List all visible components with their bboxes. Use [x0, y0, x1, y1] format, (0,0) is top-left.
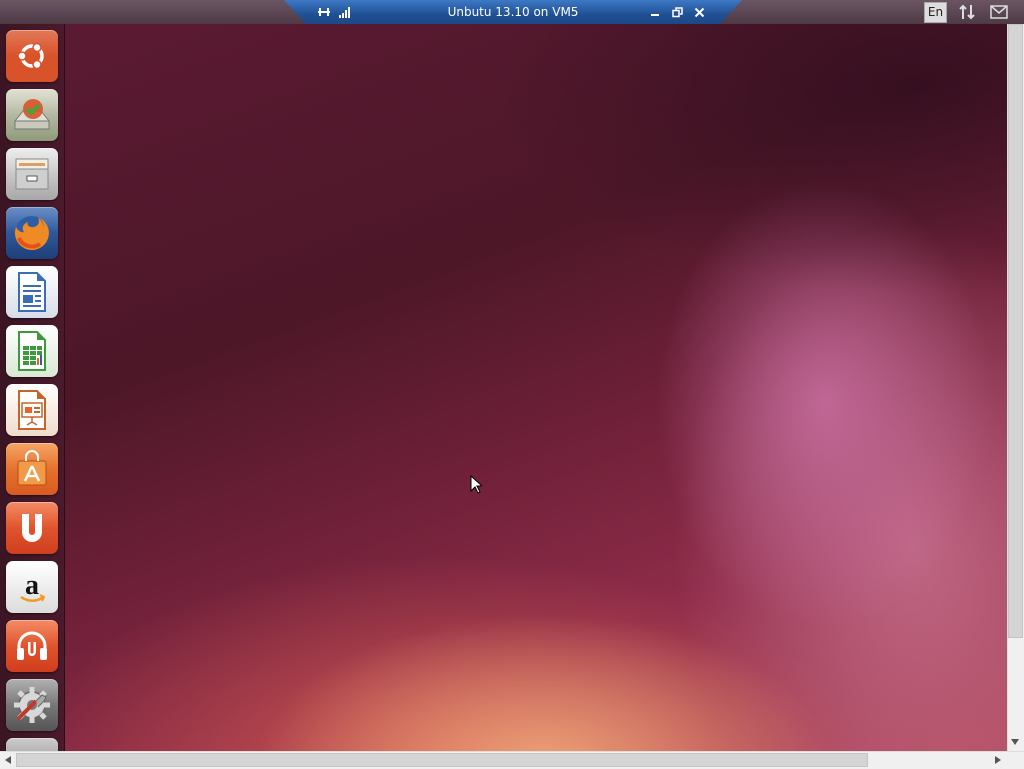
file-cabinet-icon	[15, 158, 49, 190]
headphones-icon	[17, 631, 47, 660]
launcher-item-system-settings[interactable]	[6, 679, 58, 731]
writer-document-icon	[18, 272, 46, 312]
launcher-item-dash[interactable]	[6, 30, 58, 82]
software-center-bag-icon	[17, 450, 47, 486]
close-icon[interactable]	[690, 3, 708, 21]
svg-text:a: a	[25, 570, 39, 601]
launcher-item-music[interactable]	[6, 620, 58, 672]
launcher-item-software-center[interactable]	[6, 443, 58, 495]
unity-launcher: a	[0, 24, 65, 751]
vertical-scroll-thumb[interactable]	[1008, 24, 1023, 638]
launcher-item-calc[interactable]	[6, 325, 58, 377]
launcher-item-installer[interactable]	[6, 89, 58, 141]
mail-envelope-icon[interactable]	[988, 2, 1010, 22]
launcher-item-firefox[interactable]	[6, 207, 58, 259]
remote-connection-bar: Unbutu 13.10 on VM5	[284, 0, 742, 25]
scroll-right-arrow-icon[interactable]	[990, 752, 1006, 768]
launcher-item-ubuntu-one[interactable]	[6, 502, 58, 554]
scroll-left-arrow-icon[interactable]	[0, 752, 16, 768]
launcher-item-impress[interactable]	[6, 384, 58, 436]
scroll-down-arrow-icon[interactable]	[1007, 734, 1023, 750]
keyboard-layout-indicator[interactable]: En	[924, 2, 947, 23]
restore-icon[interactable]	[668, 3, 686, 21]
device-icon	[17, 749, 47, 751]
desktop-wallpaper[interactable]	[64, 24, 1007, 751]
wallpaper-shade	[64, 24, 1007, 751]
calc-spreadsheet-icon	[18, 331, 46, 371]
horizontal-scroll-thumb[interactable]	[16, 753, 868, 767]
launcher-item-files[interactable]	[6, 148, 58, 200]
impress-presentation-icon	[18, 390, 46, 430]
drive-install-icon	[14, 99, 50, 130]
mouse-cursor-icon	[470, 474, 484, 498]
ubuntu-one-icon	[22, 514, 42, 542]
launcher-item-writer[interactable]	[6, 266, 58, 318]
network-transfer-icon[interactable]	[956, 2, 978, 22]
settings-gear-wrench-icon	[14, 687, 50, 723]
launcher-item-device[interactable]	[6, 738, 58, 751]
launcher-item-amazon[interactable]: a	[6, 561, 58, 613]
firefox-icon	[14, 216, 49, 250]
minimize-icon[interactable]	[646, 3, 664, 21]
ubuntu-logo-icon	[17, 42, 44, 70]
amazon-icon: a	[20, 570, 46, 602]
